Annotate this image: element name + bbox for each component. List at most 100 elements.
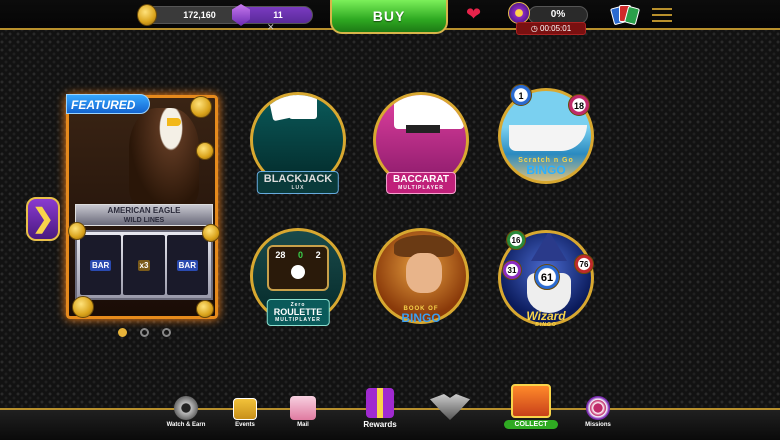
bingo-ball-number: 31 (507, 266, 517, 275)
game-title-text: BACCARAT (393, 174, 449, 185)
featured-game-title: AMERICAN EAGLE WILD LINES (75, 204, 213, 226)
game-tile-baccarat[interactable]: ♥ BACCARAT MULTIPLAYER (373, 92, 469, 194)
collect-button[interactable]: COLLECT (504, 420, 558, 429)
roulette-ball (291, 265, 305, 279)
timer-text: 00:05:01 (540, 24, 572, 33)
game-tile-book-of-bingo[interactable]: BOOK OF BINGO (373, 228, 469, 324)
cards-icon[interactable] (610, 4, 640, 26)
playing-card-icon: ♥ (394, 95, 464, 129)
calendar-icon (233, 398, 257, 420)
bingo-ball-number: 16 (511, 236, 521, 245)
explorer-face (406, 253, 442, 293)
game-subtitle: BINGO (535, 322, 557, 328)
featured-game-name: AMERICAN EAGLE (107, 206, 181, 215)
game-title-text: Wizard (526, 309, 566, 323)
reel-symbol: BAR (89, 259, 112, 271)
heart-icon[interactable]: ❤ (466, 4, 481, 24)
previous-arrow-button[interactable]: ❯ (26, 197, 60, 241)
wheel-number: 28 (275, 250, 286, 260)
wizard-hat (531, 233, 567, 261)
timer: ◷ 00:05:01 (516, 22, 586, 35)
clock-icon: ◷ (530, 24, 541, 33)
bingo-ball: 61 (534, 264, 560, 290)
buy-button[interactable]: BUY (330, 0, 448, 34)
nav-label: Events (235, 422, 255, 428)
treasure-chest-icon (511, 384, 551, 418)
nav-collect[interactable]: COLLECT (502, 384, 560, 429)
coin-decoration (196, 142, 214, 160)
reel: x3 (123, 235, 165, 295)
wheel-number: 0 (297, 250, 303, 260)
nav-label: Missions (585, 422, 611, 428)
film-reel-icon (174, 396, 198, 420)
carousel-pager (118, 328, 171, 337)
game-title-text: ROULETTE (273, 307, 323, 317)
coin-decoration (68, 222, 86, 240)
bingo-ball: 18 (568, 94, 590, 116)
game-title-text: BLACKJACK (263, 173, 333, 185)
nav-events[interactable]: Events (228, 398, 262, 428)
reel-symbol: BAR (176, 259, 198, 271)
bingo-ball: 76 (574, 254, 594, 274)
nav-club[interactable] (428, 394, 472, 422)
game-title: BOOK OF BINGO (395, 303, 446, 326)
game-title: Zero ROULETTE MULTIPLAYER (266, 299, 330, 326)
coin-icon (137, 4, 157, 26)
bingo-ball-number: 61 (540, 272, 554, 284)
game-title: Wizard BINGO (520, 308, 571, 330)
card-shoe-icon (406, 125, 440, 133)
bingo-ball: 16 (506, 230, 526, 250)
bingo-ball: 31 (502, 260, 522, 280)
game-tile-scratch-bingo[interactable]: 1 18 Scratch n Go BINGO (498, 84, 594, 184)
menu-icon[interactable] (652, 8, 672, 22)
nav-label: Watch & Earn (166, 422, 206, 428)
bingo-ball-number: 18 (573, 101, 584, 111)
reel: BAR (166, 235, 208, 295)
game-tile-roulette[interactable]: 28 0 2 Zero ROULETTE MULTIPLAYER (250, 228, 346, 326)
playing-card-icon: A♠ (289, 95, 317, 119)
mail-icon (290, 396, 316, 420)
gift-icon (366, 388, 394, 418)
reel: BAR (80, 235, 122, 295)
game-title: Scratch n Go BINGO (512, 154, 580, 178)
game-tile-wizard-bingo[interactable]: 16 31 61 76 Wizard BINGO (498, 230, 594, 328)
eagle-image (129, 108, 199, 208)
top-bar: 172,160 11 ✕ BUY ❤ 0% ◷ 00:05:01 (0, 0, 780, 35)
nav-watch-earn[interactable]: Watch & Earn (166, 396, 206, 428)
nav-rewards[interactable]: Rewards (360, 388, 400, 429)
game-title: BLACKJACK LUX (256, 171, 340, 194)
nav-label: Mail (297, 422, 309, 428)
featured-badge: FEATURED (66, 94, 150, 114)
nav-label: Rewards (363, 420, 397, 429)
pager-dot[interactable] (118, 328, 127, 337)
coin-decoration (190, 96, 212, 118)
wheel-number: 2 (315, 250, 321, 260)
slot-reels: BAR x3 BAR (75, 230, 213, 300)
game-title-text: BINGO (526, 163, 566, 177)
bingo-ball-number: 76 (579, 260, 589, 269)
target-icon (586, 396, 610, 420)
nav-missions[interactable]: Missions (580, 396, 616, 428)
game-subtitle: LUX (291, 185, 305, 191)
winged-shield-icon (430, 394, 470, 420)
xp-icon (508, 2, 530, 24)
featured-game-card[interactable]: AMERICAN EAGLE WILD LINES BAR x3 BAR (66, 95, 218, 319)
pager-dot[interactable] (162, 328, 171, 337)
close-icon[interactable]: ✕ (267, 22, 275, 33)
featured-game-subtitle: WILD LINES (123, 217, 165, 224)
coin-decoration (196, 300, 214, 318)
eagle-beak (167, 118, 181, 126)
pager-dot[interactable] (140, 328, 149, 337)
nav-mail[interactable]: Mail (288, 396, 318, 428)
game-subtitle: MULTIPLAYER (398, 185, 444, 191)
coin-decoration (72, 296, 94, 318)
bingo-ball-number: 1 (518, 91, 524, 101)
game-title-text: BINGO (401, 311, 441, 325)
reel-symbol: x3 (137, 259, 151, 271)
game-title: BACCARAT MULTIPLAYER (386, 172, 456, 194)
game-tile-blackjack[interactable]: 10♠ A♠ BLACKJACK LUX (250, 92, 346, 194)
bingo-ball: 1 (510, 84, 532, 106)
game-subtitle: MULTIPLAYER (275, 317, 321, 323)
coin-decoration (202, 224, 220, 242)
cruise-ship-image (509, 125, 587, 151)
